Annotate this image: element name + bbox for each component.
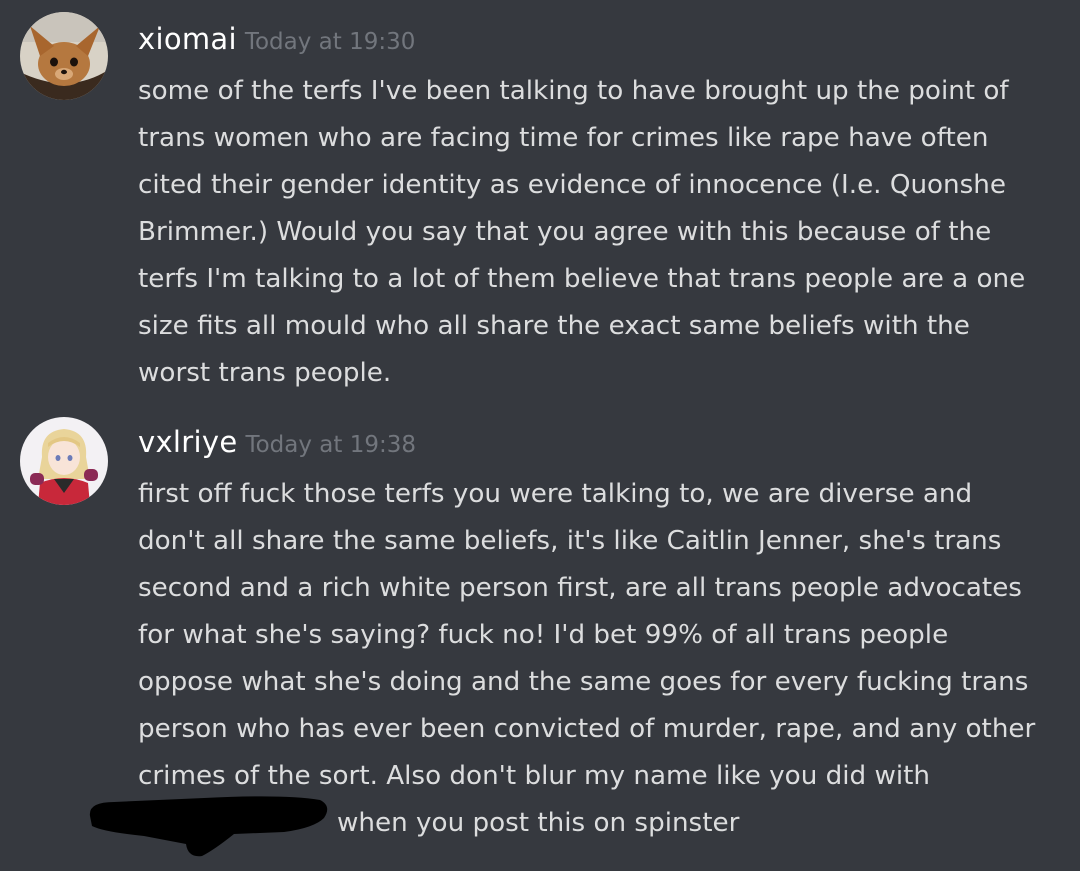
message-line: person who has ever been convicted of mu… bbox=[138, 714, 1036, 744]
anime-girl-avatar-icon[interactable] bbox=[20, 417, 108, 505]
message-line: first off fuck those terfs you were talk… bbox=[138, 479, 973, 509]
username[interactable]: vxlriye bbox=[138, 425, 237, 459]
message-line: terfs I'm talking to a lot of them belie… bbox=[138, 264, 1026, 294]
message-content: first off fuck those terfs you were talk… bbox=[138, 471, 1068, 800]
timestamp: Today at 19:30 bbox=[244, 29, 416, 55]
message-line: cited their gender identity as evidence … bbox=[138, 170, 1007, 200]
message-line: some of the terfs I've been talking to h… bbox=[138, 76, 1009, 106]
chihuahua-avatar-icon[interactable] bbox=[20, 12, 108, 100]
message-content: some of the terfs I've been talking to h… bbox=[138, 68, 1068, 397]
message-header: xiomai Today at 19:30 bbox=[138, 22, 415, 56]
message-line: Brimmer.) Would you say that you agree w… bbox=[138, 217, 992, 247]
timestamp: Today at 19:38 bbox=[245, 432, 417, 458]
username[interactable]: xiomai bbox=[138, 22, 237, 56]
message-line: when you post this on spinster bbox=[337, 808, 740, 838]
message-line: size fits all mould who all share the ex… bbox=[138, 311, 970, 341]
message-line: worst trans people. bbox=[138, 358, 392, 388]
message-line: second and a rich white person first, ar… bbox=[138, 573, 1022, 603]
redaction-scribble bbox=[84, 772, 332, 860]
message-line: trans women who are facing time for crim… bbox=[138, 123, 989, 153]
message-line: for what she's saying? fuck no! I'd bet … bbox=[138, 620, 949, 650]
message-line: oppose what she's doing and the same goe… bbox=[138, 667, 1029, 697]
message-line: don't all share the same beliefs, it's l… bbox=[138, 526, 1002, 556]
message-header: vxlriye Today at 19:38 bbox=[138, 425, 416, 459]
